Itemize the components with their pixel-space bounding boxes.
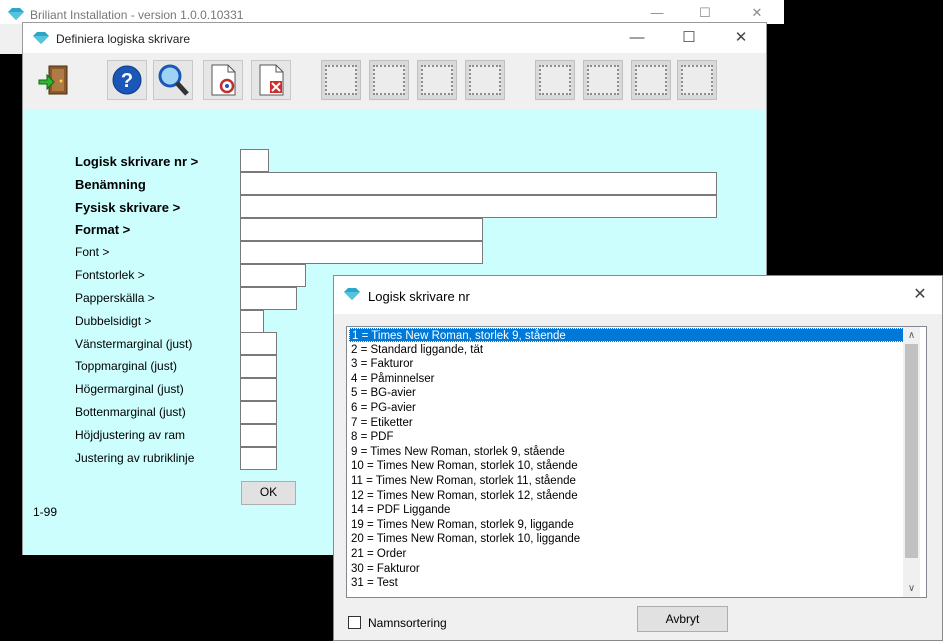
scroll-down-icon[interactable]: ∨	[903, 580, 920, 597]
logisk-skrivare-nr-input[interactable]	[240, 149, 269, 172]
blank-toolbar-button[interactable]	[321, 60, 361, 100]
list-item[interactable]: 8 = PDF	[349, 430, 394, 444]
list-item[interactable]: 12 = Times New Roman, storlek 12, ståend…	[349, 489, 578, 503]
font-input[interactable]	[240, 241, 483, 264]
label-benamning: Benämning	[75, 177, 146, 192]
label-papperskalla: Papperskälla >	[75, 291, 155, 305]
dialog-close-button[interactable]: ✕	[912, 287, 928, 303]
background-window: Briliant Installation - version 1.0.0.10…	[0, 0, 784, 24]
diamond-icon	[8, 8, 24, 20]
benamning-input[interactable]	[240, 172, 717, 195]
label-vanstermarginal: Vänstermarginal (just)	[75, 337, 193, 351]
namnsortering-checkbox[interactable]	[348, 616, 361, 629]
vanstermarginal-input[interactable]	[240, 332, 277, 355]
label-toppmarginal: Toppmarginal (just)	[75, 359, 178, 373]
hogermarginal-input[interactable]	[240, 378, 277, 401]
ok-button[interactable]: OK	[241, 481, 296, 505]
blank-toolbar-button[interactable]	[369, 60, 409, 100]
list-item[interactable]: 10 = Times New Roman, storlek 10, ståend…	[349, 459, 578, 473]
blank-toolbar-button[interactable]	[631, 60, 671, 100]
search-button[interactable]	[153, 60, 193, 100]
list-item[interactable]: 20 = Times New Roman, storlek 10, liggan…	[349, 532, 580, 546]
label-dubbelsidigt: Dubbelsidigt >	[75, 314, 152, 328]
blank-toolbar-button[interactable]	[417, 60, 457, 100]
cancel-button[interactable]: Avbryt	[637, 606, 728, 632]
label-hojdjustering: Höjdjustering av ram	[75, 428, 186, 442]
blank-toolbar-button[interactable]	[465, 60, 505, 100]
scrollbar-thumb[interactable]	[905, 344, 918, 558]
list-item[interactable]: 6 = PG-avier	[349, 401, 416, 415]
background-close-button[interactable]: ✕	[750, 6, 764, 20]
document-refresh-icon	[211, 64, 236, 96]
define-window-titlebar: Definiera logiska skrivare — ☐ ✕	[23, 23, 766, 53]
list-item[interactable]: 30 = Fakturor	[349, 562, 420, 576]
define-maximize-button[interactable]: ☐	[681, 30, 697, 46]
document-delete-icon	[259, 64, 284, 96]
list-item[interactable]: 11 = Times New Roman, storlek 11, ståend…	[349, 474, 576, 488]
list-item[interactable]: 19 = Times New Roman, storlek 9, liggand…	[349, 518, 574, 532]
help-button[interactable]: ?	[107, 60, 147, 100]
background-maximize-button[interactable]: ☐	[698, 6, 712, 20]
exit-button[interactable]	[34, 60, 74, 100]
list-item[interactable]: 1 = Times New Roman, storlek 9, stående	[349, 328, 904, 343]
blank-toolbar-button[interactable]	[535, 60, 575, 100]
label-fysisk-skrivare: Fysisk skrivare >	[75, 200, 181, 215]
label-format: Format >	[75, 222, 131, 237]
list-item[interactable]: 4 = Påminnelser	[349, 372, 434, 386]
magnifier-icon	[158, 64, 189, 96]
label-fontstorlek: Fontstorlek >	[75, 268, 145, 282]
diamond-icon	[344, 288, 360, 300]
dialog-titlebar: Logisk skrivare nr ✕	[334, 276, 942, 314]
printer-listbox[interactable]: 1 = Times New Roman, storlek 9, stående 2…	[346, 326, 927, 598]
format-input[interactable]	[240, 218, 483, 241]
range-hint: 1-99	[33, 505, 58, 519]
background-minimize-button[interactable]: —	[650, 6, 664, 20]
bottenmarginal-input[interactable]	[240, 401, 277, 424]
list-item[interactable]: 31 = Test	[349, 576, 398, 590]
toppmarginal-input[interactable]	[240, 355, 277, 378]
justering-rubriklinje-input[interactable]	[240, 447, 277, 470]
define-minimize-button[interactable]: —	[629, 30, 645, 46]
fysisk-skrivare-input[interactable]	[240, 195, 717, 218]
label-logisk-skrivare-nr: Logisk skrivare nr >	[75, 154, 199, 169]
blank-toolbar-button[interactable]	[677, 60, 717, 100]
dialog-title: Logisk skrivare nr	[368, 289, 470, 304]
toolbar: ?	[23, 53, 766, 109]
dubbelsidigt-input[interactable]	[240, 310, 264, 333]
blank-toolbar-button[interactable]	[583, 60, 623, 100]
list-item[interactable]: 3 = Fakturor	[349, 357, 413, 371]
svg-text:?: ?	[121, 70, 133, 92]
list-item[interactable]: 7 = Etiketter	[349, 416, 413, 430]
label-bottenmarginal: Bottenmarginal (just)	[75, 405, 186, 419]
hojdjustering-input[interactable]	[240, 424, 277, 447]
list-item[interactable]: 21 = Order	[349, 547, 406, 561]
new-document-button[interactable]	[203, 60, 243, 100]
papperskalla-input[interactable]	[240, 287, 297, 310]
list-item[interactable]: 9 = Times New Roman, storlek 9, stående	[349, 445, 565, 459]
printer-select-dialog: Logisk skrivare nr ✕ 1 = Times New Roman…	[333, 275, 943, 641]
help-icon: ?	[112, 65, 142, 95]
scroll-up-icon[interactable]: ∧	[903, 327, 920, 344]
delete-document-button[interactable]	[251, 60, 291, 100]
background-window-title: Briliant Installation - version 1.0.0.10…	[30, 8, 244, 22]
list-item[interactable]: 5 = BG-avier	[349, 386, 416, 400]
define-window-title: Definiera logiska skrivare	[56, 32, 191, 46]
door-exit-icon	[38, 65, 68, 95]
label-font: Font >	[75, 245, 110, 259]
list-item[interactable]: 14 = PDF Liggande	[349, 503, 450, 517]
label-hogermarginal: Högermarginal (just)	[75, 382, 184, 396]
namnsortering-label: Namnsortering	[368, 616, 447, 630]
define-close-button[interactable]: ✕	[733, 30, 749, 46]
diamond-icon	[33, 32, 49, 44]
fontstorlek-input[interactable]	[240, 264, 306, 287]
scrollbar[interactable]: ∧ ∨	[903, 327, 920, 597]
list-item[interactable]: 2 = Standard liggande, tät	[349, 343, 483, 357]
label-justering-rubriklinje: Justering av rubriklinje	[75, 451, 195, 465]
